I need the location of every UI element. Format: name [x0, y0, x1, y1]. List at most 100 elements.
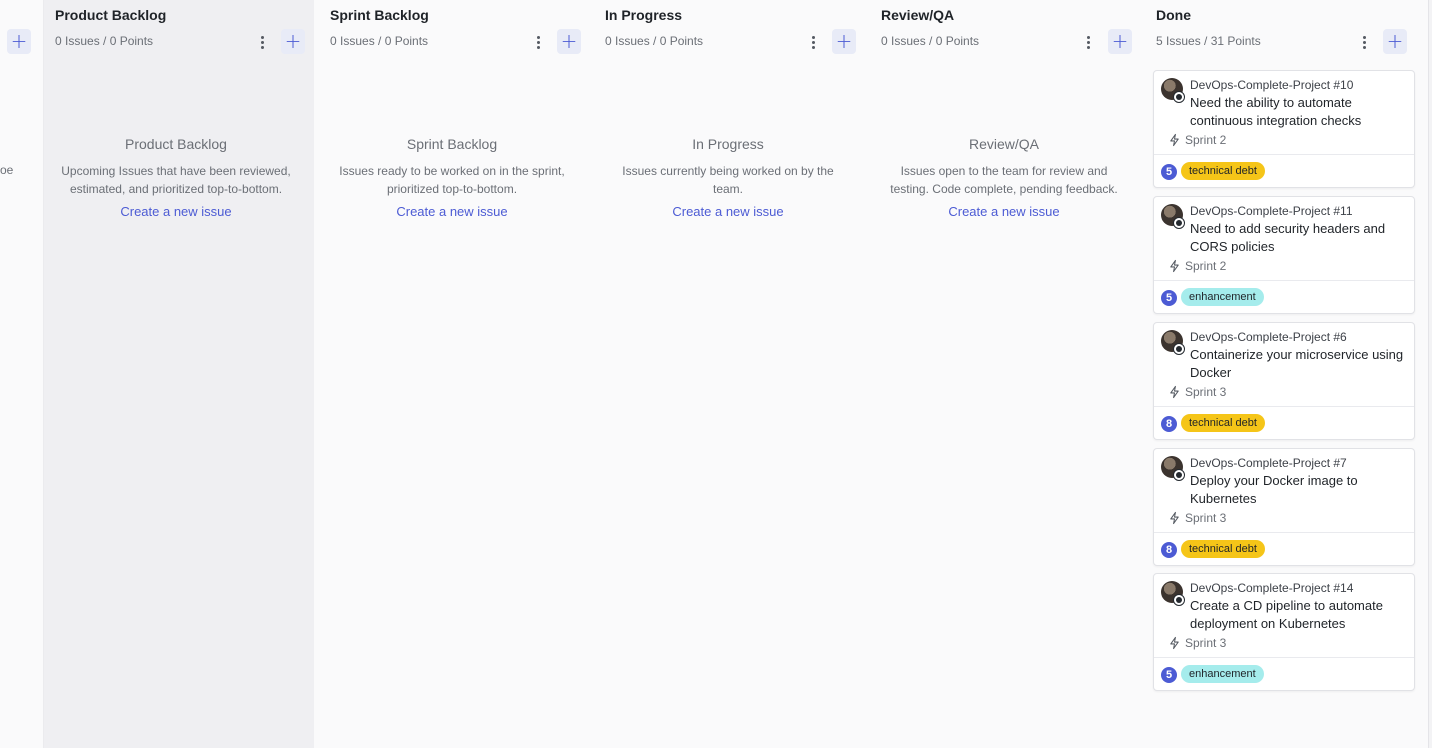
column-in-progress: In Progress 0 Issues / 0 Points + In Pro… [590, 0, 866, 748]
empty-state-description-line: prioritized top-to-bottom. [386, 182, 518, 196]
issue-repo[interactable]: DevOps-Complete-Project #11 [1190, 204, 1353, 218]
points-badge: 8 [1161, 542, 1177, 558]
lightning-bolt-icon [1170, 385, 1179, 399]
kebab-menu-icon[interactable] [530, 33, 546, 51]
lightning-bolt-icon [1170, 259, 1179, 273]
create-issue-link[interactable]: Create a new issue [948, 204, 1059, 219]
column-count: 5 Issues / 31 Points [1156, 34, 1261, 48]
empty-state-description-line: Upcoming Issues that have been reviewed, [61, 164, 291, 178]
empty-state: In Progress Issues currently being worke… [608, 136, 848, 221]
empty-state: Sprint Backlog Issues ready to be worked… [332, 136, 572, 221]
empty-state-title: Sprint Backlog [406, 136, 498, 152]
github-icon [1173, 91, 1185, 103]
plus-icon: + [10, 29, 28, 53]
issue-card[interactable]: DevOps-Complete-Project #14 Create a CD … [1153, 573, 1415, 691]
column-title: Done [1156, 7, 1191, 23]
sprint-label: Sprint 2 [1185, 259, 1227, 273]
kebab-menu-icon[interactable] [805, 33, 821, 51]
issue-label[interactable]: technical debt [1181, 540, 1265, 558]
sprint-label: Sprint 3 [1185, 636, 1227, 650]
column-product-backlog: Product Backlog 0 Issues / 0 Points + Pr… [44, 0, 314, 748]
add-issue-button[interactable]: + [832, 29, 856, 54]
github-icon [1173, 469, 1185, 481]
clipped-text: oe [0, 163, 14, 177]
issue-repo[interactable]: DevOps-Complete-Project #6 [1190, 330, 1347, 344]
issue-label[interactable]: technical debt [1181, 414, 1265, 432]
issue-title[interactable]: Deploy your Docker image to Kubernetes [1190, 472, 1405, 507]
kebab-menu-icon[interactable] [254, 33, 270, 51]
issue-label[interactable]: enhancement [1181, 665, 1264, 683]
card-divider [1154, 406, 1414, 407]
empty-state-title: Review/QA [968, 136, 1040, 152]
card-divider [1154, 280, 1414, 281]
create-issue-link[interactable]: Create a new issue [120, 204, 231, 219]
github-icon [1173, 343, 1185, 355]
issue-repo[interactable]: DevOps-Complete-Project #10 [1190, 78, 1353, 92]
issue-card[interactable]: DevOps-Complete-Project #7 Deploy your D… [1153, 448, 1415, 566]
issue-card[interactable]: DevOps-Complete-Project #10 Need the abi… [1153, 70, 1415, 188]
points-badge: 8 [1161, 416, 1177, 432]
lightning-bolt-icon [1170, 636, 1179, 650]
kebab-menu-icon[interactable] [1356, 33, 1372, 51]
add-issue-button[interactable]: + [1108, 29, 1132, 54]
plus-icon: + [835, 29, 853, 53]
issue-title[interactable]: Containerize your microservice using Doc… [1190, 346, 1405, 381]
issue-repo[interactable]: DevOps-Complete-Project #7 [1190, 456, 1347, 470]
card-divider [1154, 154, 1414, 155]
issue-sprint: Sprint 3 [1168, 385, 1226, 399]
empty-state-description-line: team. [712, 182, 743, 196]
column-title: Product Backlog [55, 7, 167, 23]
issue-sprint: Sprint 2 [1168, 133, 1226, 147]
plus-icon: + [560, 29, 578, 53]
issue-card[interactable]: DevOps-Complete-Project #11 Need to add … [1153, 196, 1415, 314]
empty-state-description-line: Issues open to the team for review and [900, 164, 1108, 178]
issue-title[interactable]: Create a CD pipeline to automate deploym… [1190, 597, 1405, 632]
add-issue-button[interactable]: + [1383, 29, 1407, 54]
column-title: Review/QA [881, 7, 955, 23]
lightning-bolt-icon [1170, 511, 1179, 525]
empty-state: Review/QA Issues open to the team for re… [884, 136, 1124, 221]
issue-repo[interactable]: DevOps-Complete-Project #14 [1190, 581, 1353, 595]
issue-label[interactable]: technical debt [1181, 162, 1265, 180]
column-count: 0 Issues / 0 Points [605, 34, 704, 48]
empty-state-title: In Progress [692, 136, 764, 152]
add-issue-button[interactable]: + [281, 29, 305, 54]
kebab-menu-icon[interactable] [1080, 33, 1096, 51]
plus-icon: + [1111, 29, 1129, 53]
issue-sprint: Sprint 3 [1168, 511, 1226, 525]
create-issue-link[interactable]: Create a new issue [396, 204, 507, 219]
card-divider [1154, 657, 1414, 658]
sprint-label: Sprint 3 [1185, 385, 1227, 399]
add-issue-button[interactable]: + [557, 29, 581, 54]
sprint-label: Sprint 2 [1185, 133, 1227, 147]
points-badge: 5 [1161, 667, 1177, 683]
column-title: In Progress [605, 7, 683, 23]
empty-state-description-line: estimated, and prioritized top-to-bottom… [69, 182, 283, 196]
empty-state-title: Product Backlog [125, 136, 227, 152]
add-issue-button[interactable]: + [7, 29, 31, 54]
next-column-partial [1428, 0, 1432, 748]
column-count: 0 Issues / 0 Points [881, 34, 980, 48]
issue-card[interactable]: DevOps-Complete-Project #6 Containerize … [1153, 322, 1415, 440]
issue-title[interactable]: Need to add security headers and CORS po… [1190, 220, 1405, 255]
github-icon [1173, 217, 1185, 229]
issue-title[interactable]: Need the ability to automate continuous … [1190, 94, 1405, 129]
issue-sprint: Sprint 3 [1168, 636, 1226, 650]
sprint-label: Sprint 3 [1185, 511, 1227, 525]
plus-icon: + [1386, 29, 1404, 53]
column-review-qa: Review/QA 0 Issues / 0 Points + Review/Q… [866, 0, 1142, 748]
board: + oe Product Backlog 0 Issues / 0 Points… [0, 0, 1432, 748]
empty-state-description-line: Issues currently being worked on by the [622, 164, 834, 178]
issue-label[interactable]: enhancement [1181, 288, 1264, 306]
points-badge: 5 [1161, 290, 1177, 306]
previous-column-partial: + oe [0, 0, 44, 748]
lightning-bolt-icon [1170, 133, 1179, 147]
points-badge: 5 [1161, 164, 1177, 180]
empty-state-description-line: testing. Code complete, pending feedback… [890, 182, 1118, 196]
create-issue-link[interactable]: Create a new issue [672, 204, 783, 219]
card-divider [1154, 532, 1414, 533]
column-count: 0 Issues / 0 Points [330, 34, 429, 48]
empty-state: Product Backlog Upcoming Issues that hav… [56, 136, 296, 221]
plus-icon: + [284, 29, 302, 53]
issue-sprint: Sprint 2 [1168, 259, 1226, 273]
